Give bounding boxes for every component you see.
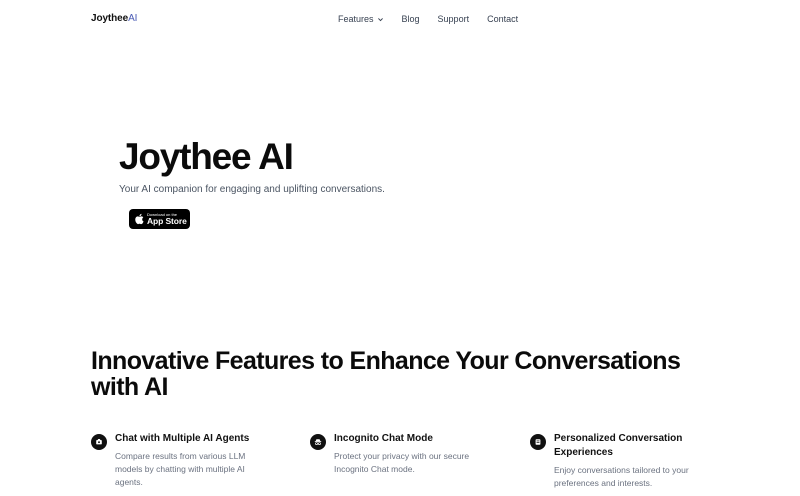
nav-item-label: Blog [401, 14, 420, 24]
nav-menu: Features Blog Support Contact [338, 14, 518, 24]
feature-body: Personalized Conversation Experiences En… [554, 432, 714, 490]
app-store-text: Download on the App Store [147, 212, 187, 226]
nav-item-label: Contact [487, 14, 519, 24]
nav-item-blog[interactable]: Blog [402, 14, 420, 24]
feature-title: Incognito Chat Mode [334, 433, 433, 444]
nav-item-support[interactable]: Support [438, 14, 470, 24]
nav-item-label: Support [437, 14, 470, 24]
logo-main: Joythee [91, 13, 129, 24]
feature-body: Incognito Chat Mode Protect your privacy… [334, 432, 494, 476]
nav-item-contact[interactable]: Contact [487, 14, 518, 24]
apple-icon [135, 213, 144, 225]
feature-description: Compare results from various LLM models … [115, 451, 246, 487]
hero-subtitle: Your AI companion for engaging and uplif… [119, 184, 385, 195]
app-store-big-text: App Store [147, 215, 187, 226]
personalize-icon [530, 434, 546, 450]
chevron-down-icon [377, 17, 383, 21]
feature-description: Enjoy conversations tailored to your pre… [554, 465, 689, 488]
top-nav: JoytheeAI Features Blog Support Contact [0, 0, 800, 40]
feature-description: Protect your privacy with our secure Inc… [334, 451, 470, 474]
chat-agents-icon [91, 434, 107, 450]
incognito-icon [310, 434, 326, 450]
logo-accent: AI [128, 13, 138, 24]
logo[interactable]: JoytheeAI [91, 13, 137, 24]
hero-title: Joythee AI [119, 136, 294, 177]
app-store-button[interactable]: Download on the App Store [129, 209, 190, 229]
feature-title: Chat with Multiple AI Agents [115, 433, 250, 444]
features-title: Innovative Features to Enhance Your Conv… [91, 347, 681, 401]
nav-item-label: Features [338, 14, 374, 24]
nav-item-features[interactable]: Features [338, 14, 384, 24]
feature-title: Personalized Conversation Experiences [554, 433, 683, 458]
feature-body: Chat with Multiple AI Agents Compare res… [115, 432, 275, 489]
